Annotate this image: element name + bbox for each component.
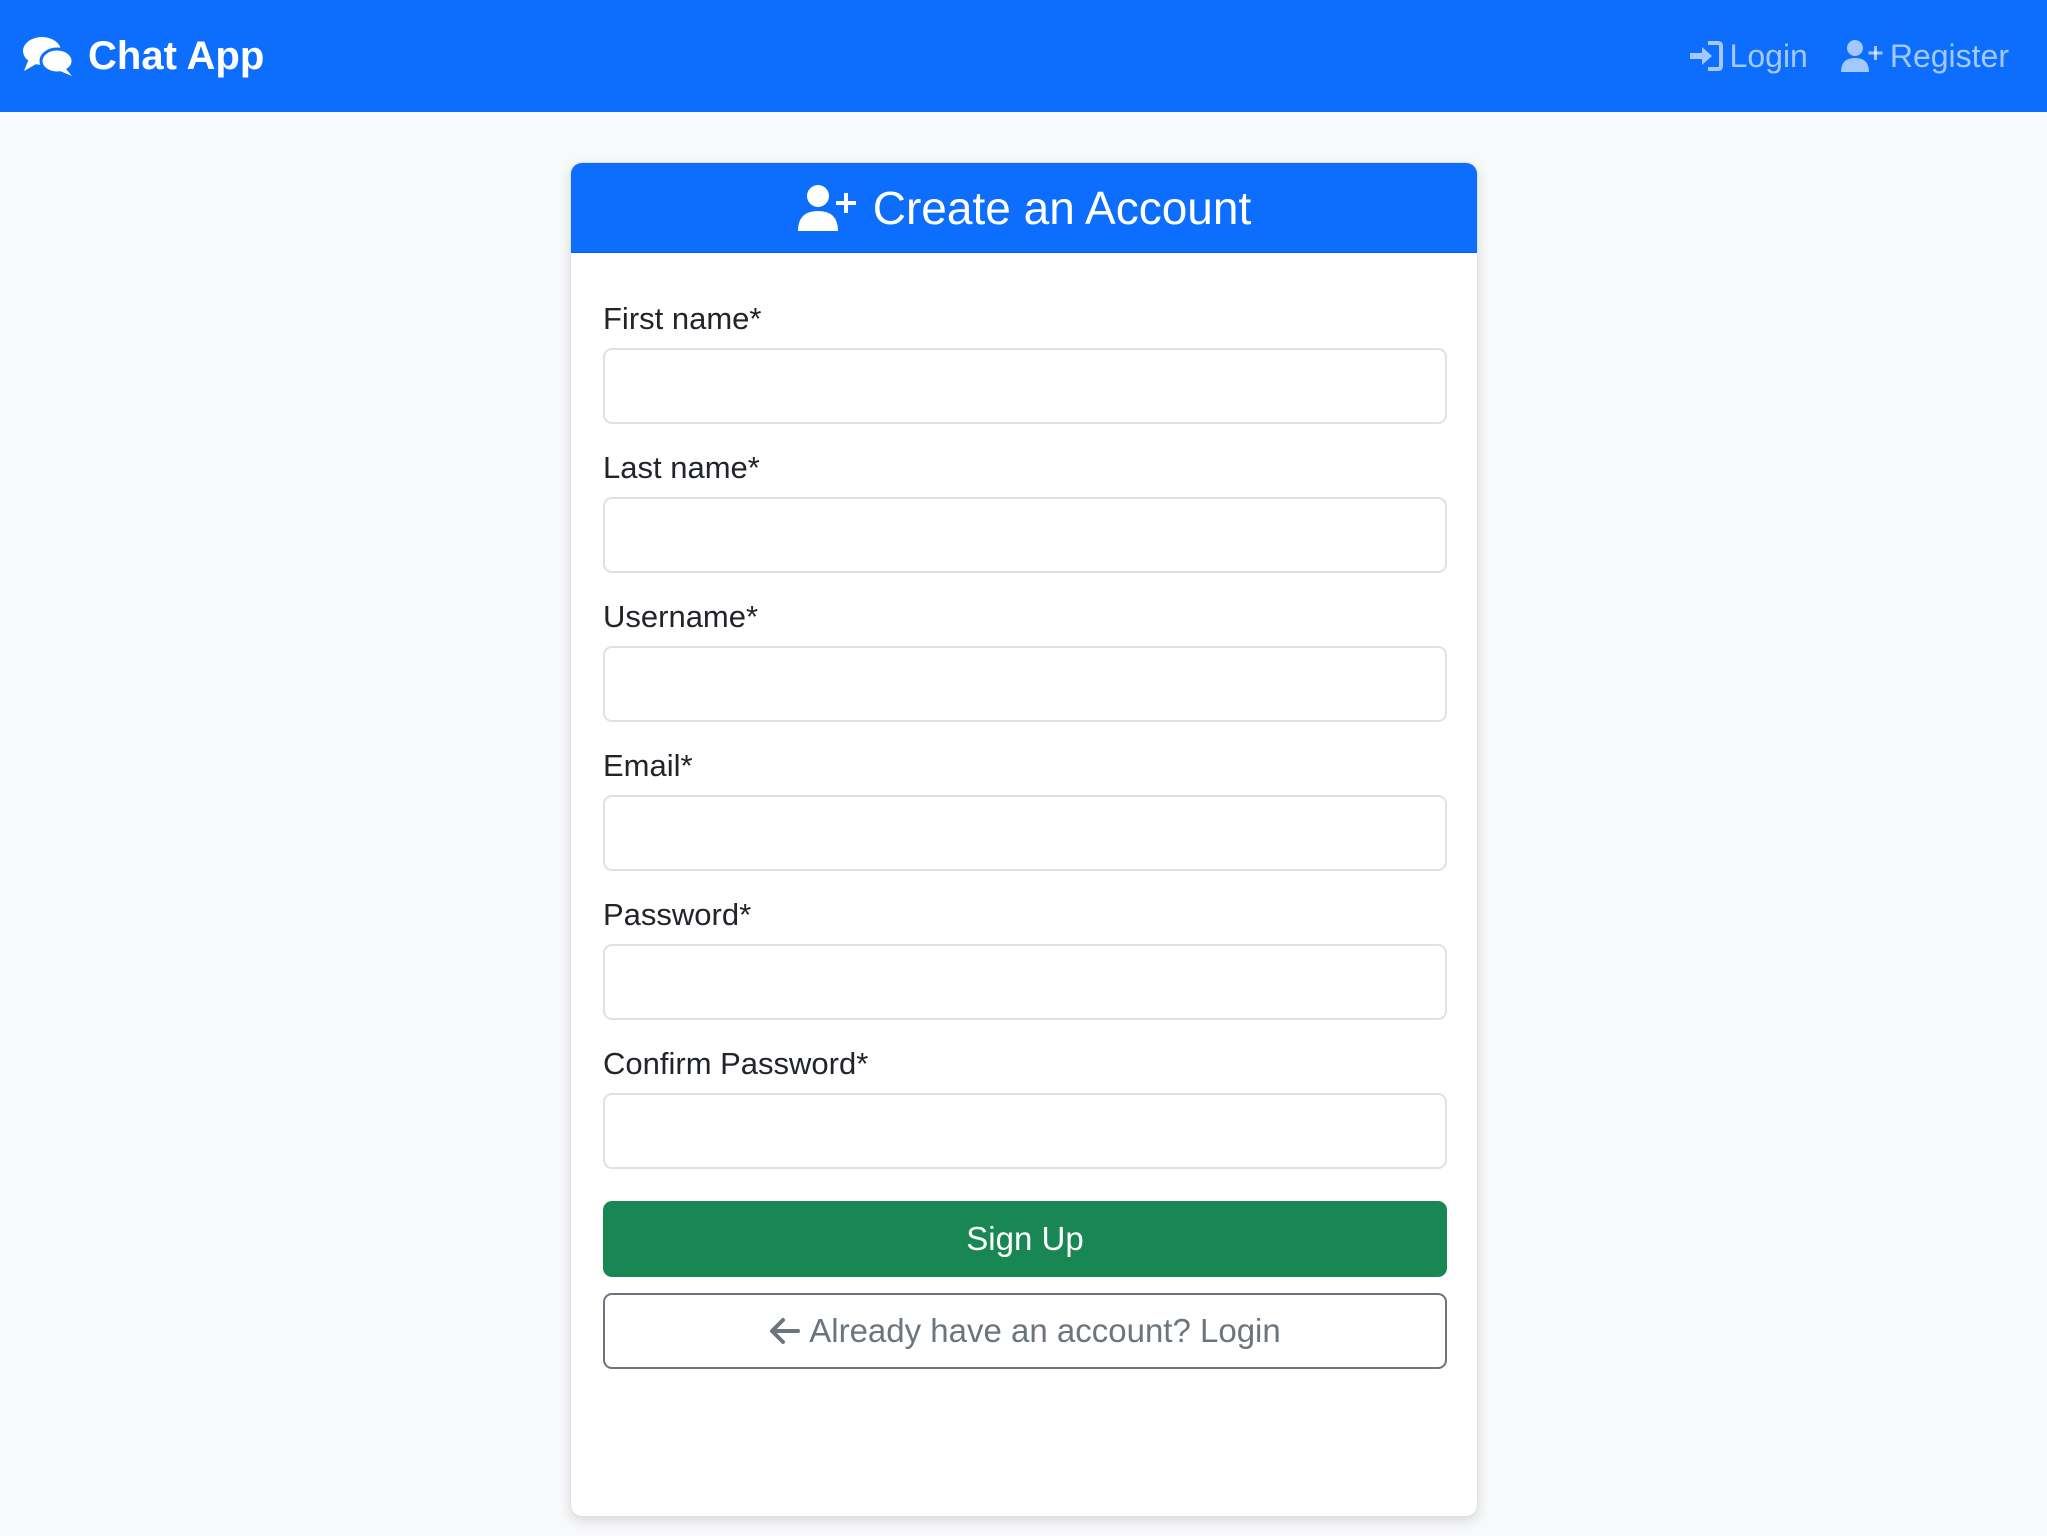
password-input[interactable]: [603, 944, 1447, 1020]
password-label: Password*: [603, 897, 752, 932]
first-name-input[interactable]: [603, 348, 1447, 424]
nav-register-link[interactable]: Register: [1840, 38, 2009, 75]
back-to-login-button[interactable]: Already have an account? Login: [603, 1293, 1447, 1369]
first-name-label: First name*: [603, 301, 762, 336]
card-header: Create an Account: [571, 163, 1477, 253]
arrow-left-icon: [770, 1318, 801, 1344]
nav-login-link[interactable]: Login: [1688, 38, 1808, 75]
nav-links: Login Register: [1656, 38, 2009, 75]
brand-title: Chat App: [88, 33, 265, 78]
nav-register-label: Register: [1889, 37, 2009, 74]
username-input[interactable]: [603, 646, 1447, 722]
username-label: Username*: [603, 599, 759, 634]
register-card: Create an Account First name* Last name*…: [570, 162, 1478, 1517]
email-input[interactable]: [603, 795, 1447, 871]
sign-up-button[interactable]: Sign Up: [603, 1201, 1447, 1277]
sign-in-icon: [1689, 41, 1723, 71]
user-plus-icon: [797, 184, 856, 231]
last-name-label: Last name*: [603, 450, 760, 485]
brand-link[interactable]: Chat App: [22, 34, 264, 79]
register-form: First name* Last name* Username* Email* …: [571, 297, 1477, 1369]
card-title: Create an Account: [872, 181, 1252, 234]
sign-up-label: Sign Up: [966, 1220, 1084, 1257]
confirm-password-label: Confirm Password*: [603, 1046, 869, 1081]
email-label: Email*: [603, 748, 693, 783]
last-name-input[interactable]: [603, 497, 1447, 573]
confirm-password-input[interactable]: [603, 1093, 1447, 1169]
comments-icon: [23, 37, 74, 76]
back-to-login-label: Already have an account? Login: [809, 1312, 1281, 1349]
navbar: Chat App Login Register: [0, 0, 2047, 112]
user-plus-icon: [1840, 40, 1883, 72]
nav-login-label: Login: [1729, 37, 1808, 74]
